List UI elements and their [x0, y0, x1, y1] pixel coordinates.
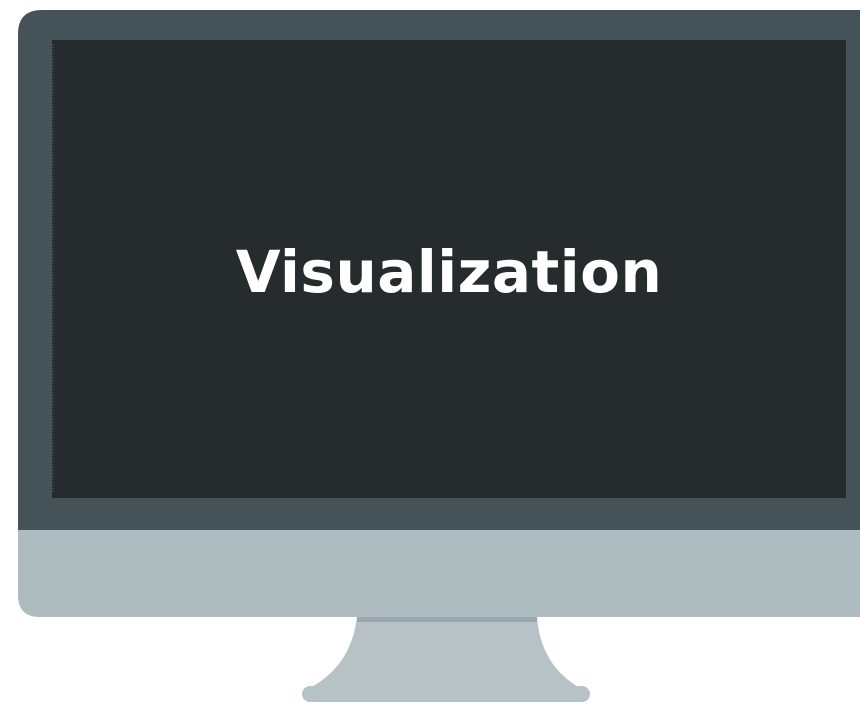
desktop-monitor-icon — [18, 10, 860, 702]
monitor-stand-base — [302, 686, 590, 702]
monitor-screen — [52, 40, 846, 498]
monitor-stand-neck — [310, 616, 580, 688]
monitor-chin — [18, 520, 860, 617]
monitor-illustration: Visualization — [0, 0, 860, 707]
